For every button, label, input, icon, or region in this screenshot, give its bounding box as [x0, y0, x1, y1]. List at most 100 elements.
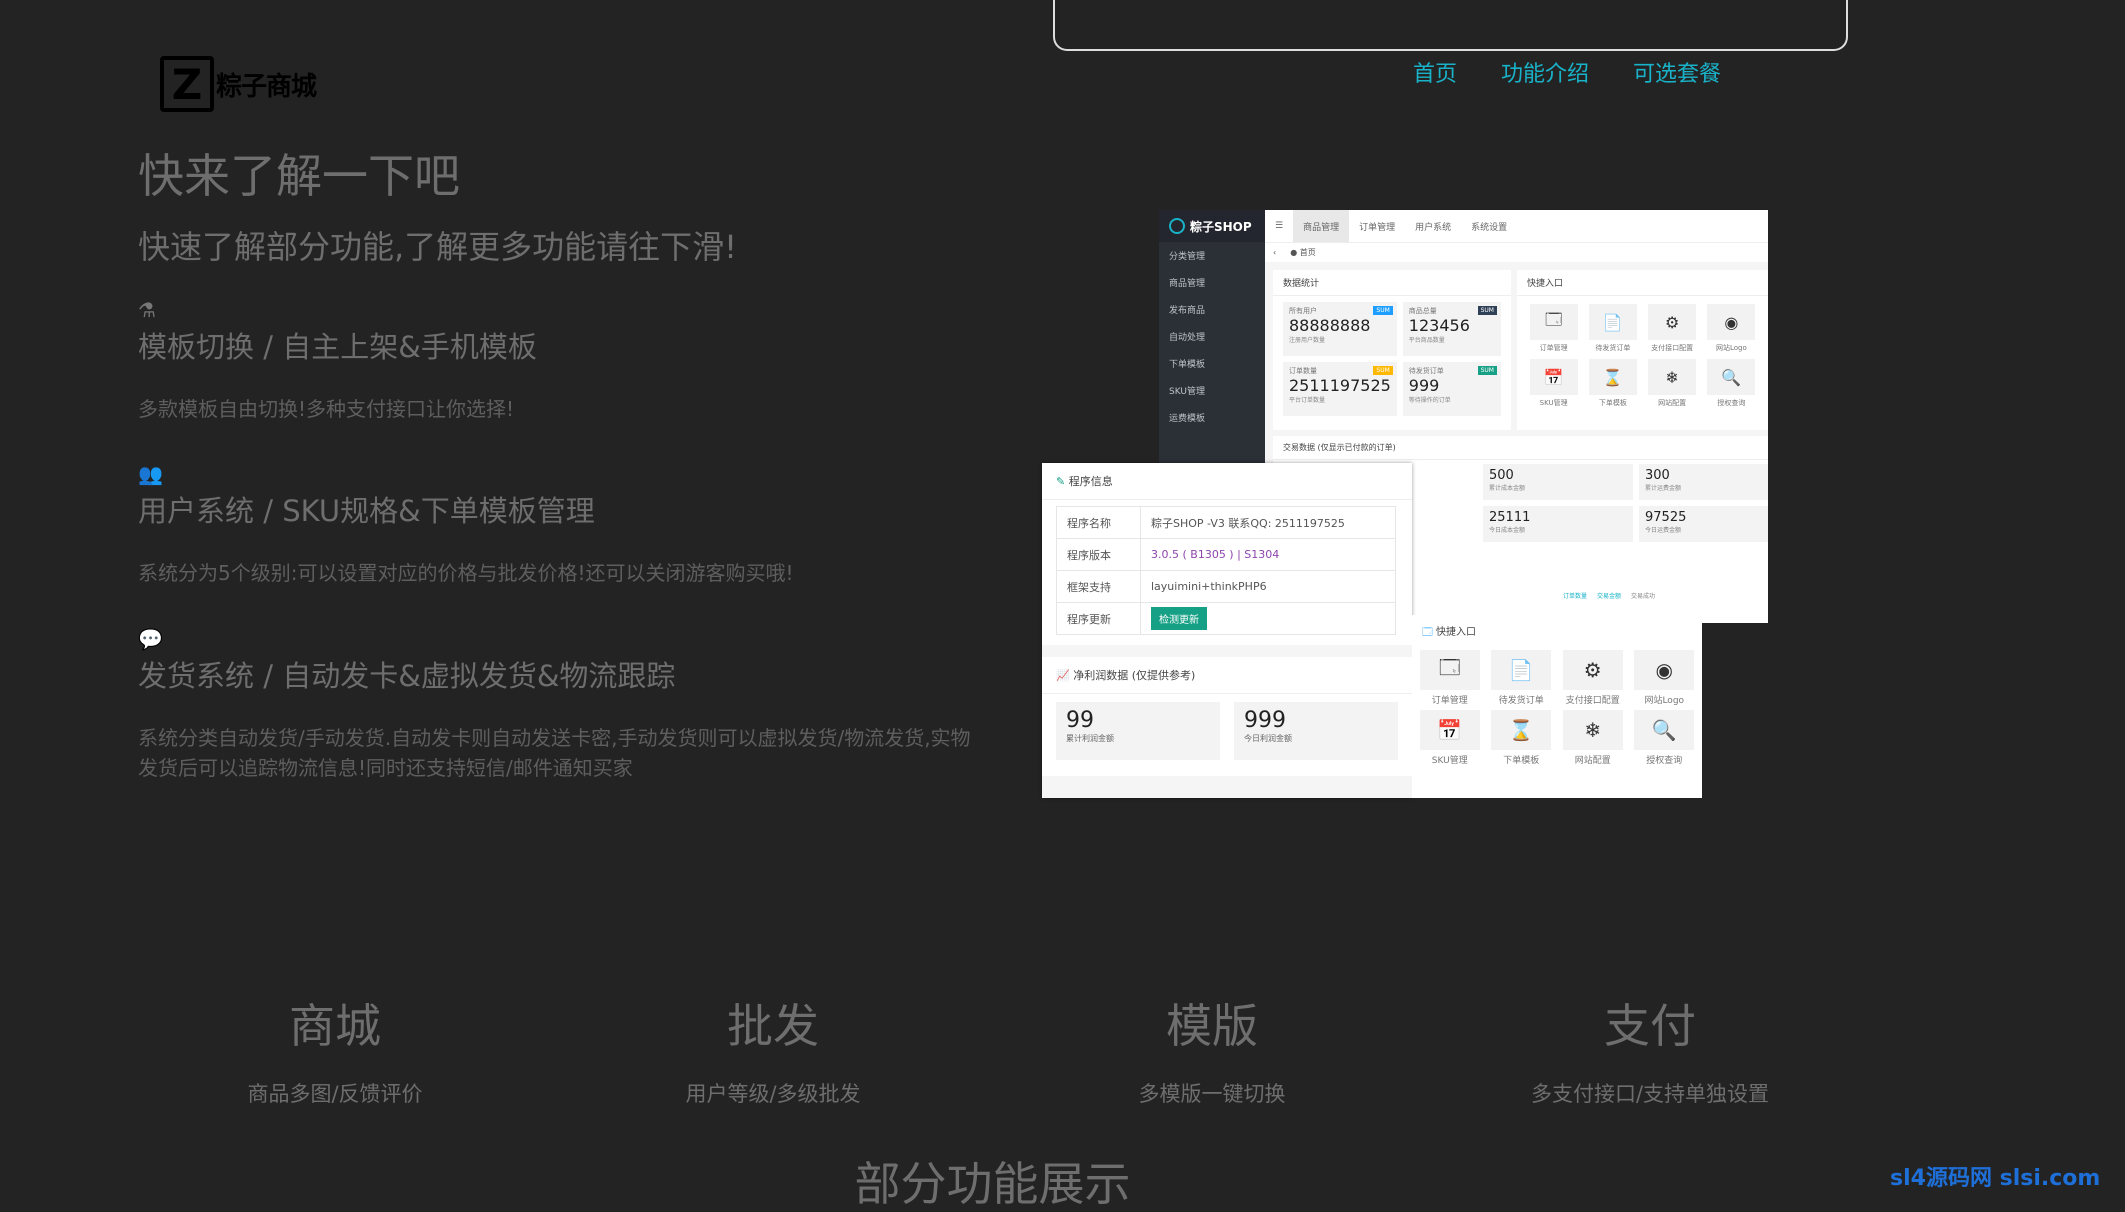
quick-entry[interactable]: 📅 SKU管理 — [1418, 710, 1482, 766]
target-icon: ◉ — [1634, 650, 1695, 690]
calendar-icon: 📅 — [1419, 710, 1480, 750]
table-row: 框架支持 layuimini+thinkPHP6 — [1056, 570, 1396, 603]
quick-entry[interactable]: 🔍 授权查询 — [1705, 359, 1758, 408]
quick-entry[interactable]: ⚙ 支付接口配置 — [1561, 650, 1625, 706]
quick-entry[interactable]: ⌛ 下单模板 — [1586, 359, 1639, 408]
trade-stat: 25111 今日成本金额 — [1483, 506, 1633, 542]
logo-mark: Z — [160, 56, 214, 112]
quick-entry[interactable]: ❄ 网站配置 — [1561, 710, 1625, 766]
category-desc: 多模版一键切换 — [1138, 1082, 1286, 1106]
quick-entry[interactable]: ⚙ 支付接口配置 — [1646, 304, 1699, 353]
calendar-icon: 📅 — [1529, 359, 1578, 395]
file-icon: 📄 — [1588, 304, 1637, 340]
category-mall: 商城 商品多图/反馈评价 — [185, 990, 485, 1108]
quick-entry[interactable]: 🗔 订单管理 — [1418, 650, 1482, 706]
category-wholesale: 批发 用户等级/多级批发 — [623, 990, 923, 1108]
stat-card: SUM 订单数量 2511197525 平台订单数量 — [1283, 362, 1397, 416]
feature-title: 用户系统 / SKU规格&下单模板管理 — [138, 494, 595, 528]
chart-legend: 订单数量 交易金额 交易成功 — [1563, 593, 1656, 600]
quick-entry[interactable]: ◉ 网站Logo — [1633, 650, 1697, 706]
snowflake-icon: ❄ — [1648, 359, 1697, 395]
gears-icon: ⚙ — [1562, 650, 1623, 690]
quick-entry[interactable]: 📄 待发货订单 — [1586, 304, 1639, 353]
sidebar-item[interactable]: SKU管理 — [1159, 377, 1265, 404]
category-title: 模版 — [1166, 999, 1258, 1053]
hourglass-icon: ⌛ — [1588, 359, 1637, 395]
sum-badge: SUM — [1477, 306, 1497, 315]
logo-text: 粽子商城 — [216, 71, 317, 102]
window-icon: 🗔 — [1419, 650, 1480, 690]
program-info-panel: ✎ 程序信息 程序名称 粽子SHOP -V3 联系QQ: 2511197525 程… — [1042, 463, 1412, 645]
feature-user-system: 👥 用户系统 / SKU规格&下单模板管理 系统分为5个级别:可以设置对应的价格… — [138, 462, 988, 588]
top-frame — [1053, 0, 1848, 51]
quick-entry[interactable]: ❄ 网站配置 — [1646, 359, 1699, 408]
crumb-home[interactable]: ● 首页 — [1290, 247, 1316, 258]
quick-entry[interactable]: 🗔 订单管理 — [1527, 304, 1580, 353]
nav-features[interactable]: 功能介绍 — [1501, 56, 1589, 88]
program-info-table: 程序名称 粽子SHOP -V3 联系QQ: 2511197525 程序版本 3.0.… — [1056, 506, 1396, 635]
flask-icon: ⚗ — [138, 298, 156, 322]
category-title: 商城 — [289, 999, 381, 1053]
comments-icon: 💬 — [138, 627, 163, 651]
profit-panel: 📈 净利润数据 (仅提供参考) 99 累计利润金额 999 今日利润金额 — [1042, 657, 1412, 776]
profit-stat: 999 今日利润金额 — [1234, 702, 1398, 760]
program-info-preview: ✎ 程序信息 程序名称 粽子SHOP -V3 联系QQ: 2511197525 程… — [1042, 463, 1412, 798]
window-icon: 🗔 — [1529, 304, 1578, 340]
feature-template: ⚗ 模板切换 / 自主上架&手机模板 多款模板自由切换!多种支付接口让你选择! — [138, 298, 988, 424]
stat-card: SUM 待发货订单 999 等待操作的订单 — [1402, 362, 1501, 416]
menu-toggle-icon[interactable]: ☰ — [1265, 210, 1293, 242]
sidebar-item[interactable]: 运费模板 — [1159, 404, 1265, 431]
feature-title: 模板切换 / 自主上架&手机模板 — [138, 330, 537, 364]
trade-stat: 300 累计运费金额 — [1639, 464, 1768, 500]
nav-home[interactable]: 首页 — [1413, 56, 1457, 88]
trade-title: 交易数据 (仅显示已付款的订单) — [1273, 436, 1768, 460]
sidebar-item[interactable]: 发布商品 — [1159, 296, 1265, 323]
brand-logo-icon — [1169, 218, 1185, 234]
file-icon: 📄 — [1491, 650, 1552, 690]
sidebar-item[interactable]: 自动处理 — [1159, 323, 1265, 350]
category-desc: 多支付接口/支持单独设置 — [1530, 1082, 1770, 1106]
tab-orders[interactable]: 订单管理 — [1349, 210, 1405, 242]
watermark: sl4源码网 slsi.com — [1890, 1166, 2101, 1191]
sum-badge: SUM — [1373, 366, 1393, 375]
check-update-button[interactable]: 检测更新 — [1151, 607, 1207, 630]
quick-entry-preview: 🗔 快捷入口 🗔 订单管理 📄 待发货订单 ⚙ 支付接口配置 ◉ 网站Logo 📅 SKU… — [1412, 615, 1702, 798]
quick-entry[interactable]: 📅 SKU管理 — [1527, 359, 1580, 408]
back-icon[interactable]: ‹ — [1273, 248, 1276, 257]
intro-subtitle: 快速了解部分功能,了解更多功能请往下滑! — [138, 228, 738, 266]
feature-desc: 系统分类自动发货/手动发货.自动发卡则自动发送卡密,手动发货则可以虚拟发货/物流… — [138, 726, 971, 780]
table-row: 程序名称 粽子SHOP -V3 联系QQ: 2511197525 — [1056, 506, 1396, 539]
category-title: 批发 — [727, 999, 819, 1053]
admin-topnav: ☰ 商品管理 订单管理 用户系统 系统设置 — [1265, 210, 1768, 242]
feature-title: 发货系统 / 自动发卡&虚拟发货&物流跟踪 — [138, 659, 676, 693]
hourglass-icon: ⌛ — [1491, 710, 1552, 750]
feature-desc: 系统分为5个级别:可以设置对应的价格与批发价格!还可以关闭游客购买哦! — [138, 561, 794, 585]
section-title: 部分功能展示 — [854, 1157, 1131, 1211]
quick-entry[interactable]: ◉ 网站Logo — [1705, 304, 1758, 353]
quick-panel: 快捷入口 🗔 订单管理 📄 待发货订单 ⚙ 支付接口配置 ◉ 网站Logo 📅 SKU管理… — [1517, 270, 1768, 430]
table-row: 程序更新 检测更新 — [1056, 602, 1396, 635]
category-title: 支付 — [1604, 999, 1696, 1053]
stats-title: 数据统计 — [1273, 270, 1511, 296]
sidebar-item[interactable]: 商品管理 — [1159, 269, 1265, 296]
quick-entry[interactable]: ⌛ 下单模板 — [1490, 710, 1554, 766]
sidebar-item[interactable]: 下单模板 — [1159, 350, 1265, 377]
quick-entry[interactable]: 📄 待发货订单 — [1490, 650, 1554, 706]
trade-stat: 97525 今日运费金额 — [1639, 506, 1768, 542]
breadcrumb: ‹ ● 首页 — [1265, 242, 1768, 262]
users-icon: 👥 — [138, 462, 163, 486]
category-desc: 用户等级/多级批发 — [685, 1082, 861, 1106]
quick-entry[interactable]: 🔍 授权查询 — [1633, 710, 1697, 766]
category-template: 模版 多模版一键切换 — [1062, 990, 1362, 1108]
tab-products[interactable]: 商品管理 — [1293, 210, 1350, 242]
nav-plans[interactable]: 可选套餐 — [1633, 56, 1721, 88]
program-info-title: ✎ 程序信息 — [1042, 463, 1412, 500]
profit-title: 📈 净利润数据 (仅提供参考) — [1042, 657, 1412, 694]
tab-users[interactable]: 用户系统 — [1405, 210, 1461, 242]
stats-panel: 数据统计 SUM 所有用户 88888888 注册用户数量 SUM 商品总量 1… — [1273, 270, 1511, 430]
admin-brand: 粽子SHOP — [1159, 210, 1265, 242]
logo[interactable]: Z 粽子商城 — [160, 56, 317, 112]
tab-system[interactable]: 系统设置 — [1461, 210, 1517, 242]
table-row: 程序版本 3.0.5 ( B1305 ) | S1304 — [1056, 538, 1396, 571]
sidebar-item[interactable]: 分类管理 — [1159, 242, 1265, 269]
